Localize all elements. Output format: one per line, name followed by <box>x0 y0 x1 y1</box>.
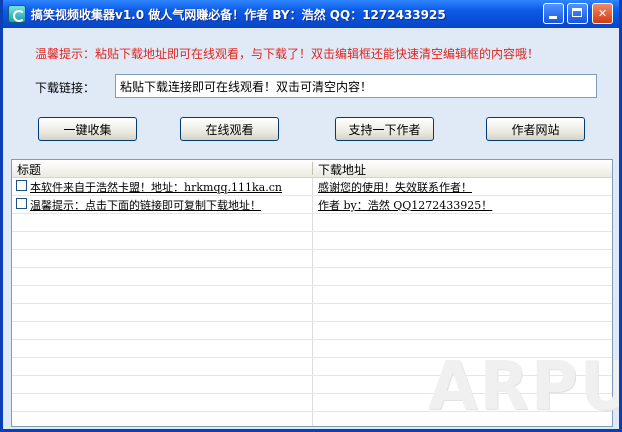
empty-row <box>12 304 612 322</box>
empty-row <box>12 214 612 232</box>
support-author-button[interactable]: 支持一下作者 <box>335 117 434 141</box>
list-item-title: 本软件来自于浩然卡盟！地址：hrkmqq.111ka.cn <box>30 181 282 194</box>
checkbox-icon[interactable] <box>16 198 27 209</box>
checkbox-icon[interactable] <box>16 180 27 191</box>
list-header: 标题 下载地址 <box>12 160 612 178</box>
watch-online-button[interactable]: 在线观看 <box>180 117 279 141</box>
download-link-input[interactable] <box>115 74 597 98</box>
list-item-url: 作者 by：浩然 QQ1272433925！ <box>318 199 493 212</box>
empty-row <box>12 412 612 426</box>
empty-row <box>12 322 612 340</box>
collect-button[interactable]: 一键收集 <box>38 117 137 141</box>
column-header-title[interactable]: 标题 <box>17 161 41 178</box>
list-item-title: 温馨提示：点击下面的链接即可复制下载地址！ <box>30 199 261 212</box>
empty-row <box>12 232 612 250</box>
list-item-url: 感谢您的使用！失效联系作者！ <box>318 181 472 194</box>
title-bar[interactable]: 搞笑视频收集器v1.0 做人气网赚必备！作者 BY：浩然 QQ：12724339… <box>3 0 619 28</box>
minimize-button[interactable] <box>543 3 564 24</box>
empty-row <box>12 286 612 304</box>
empty-row <box>12 250 612 268</box>
empty-row <box>12 394 612 412</box>
app-window: 搞笑视频收集器v1.0 做人气网赚必备！作者 BY：浩然 QQ：12724339… <box>0 0 622 432</box>
column-divider[interactable] <box>312 162 313 175</box>
list-item[interactable]: 本软件来自于浩然卡盟！地址：hrkmqq.111ka.cn 感谢您的使用！失效联… <box>12 178 612 196</box>
list-item[interactable]: 温馨提示：点击下面的链接即可复制下载地址！ 作者 by：浩然 QQ1272433… <box>12 196 612 214</box>
notice-text: 温馨提示：粘贴下载地址即可在线观看，与下载了！双击编辑框还能快速清空编辑框的内容… <box>35 47 540 61</box>
empty-row <box>12 376 612 394</box>
maximize-icon <box>572 8 582 17</box>
list-rows: 本软件来自于浩然卡盟！地址：hrkmqq.111ka.cn 感谢您的使用！失效联… <box>12 178 612 426</box>
empty-row <box>12 340 612 358</box>
close-button[interactable]: ✕ <box>592 3 613 24</box>
video-list[interactable]: 标题 下载地址 本软件来自于浩然卡盟！地址：hrkmqq.111ka.cn 感谢… <box>11 159 613 427</box>
close-icon: ✕ <box>597 7 608 20</box>
empty-row <box>12 268 612 286</box>
app-icon[interactable] <box>8 5 26 23</box>
author-website-button[interactable]: 作者网站 <box>486 117 585 141</box>
window-title: 搞笑视频收集器v1.0 做人气网赚必备！作者 BY：浩然 QQ：12724339… <box>31 8 446 22</box>
minimize-icon <box>549 16 557 19</box>
column-header-url[interactable]: 下载地址 <box>318 161 366 178</box>
download-link-label: 下载链接： <box>35 81 96 95</box>
maximize-button[interactable] <box>567 3 588 24</box>
empty-row <box>12 358 612 376</box>
